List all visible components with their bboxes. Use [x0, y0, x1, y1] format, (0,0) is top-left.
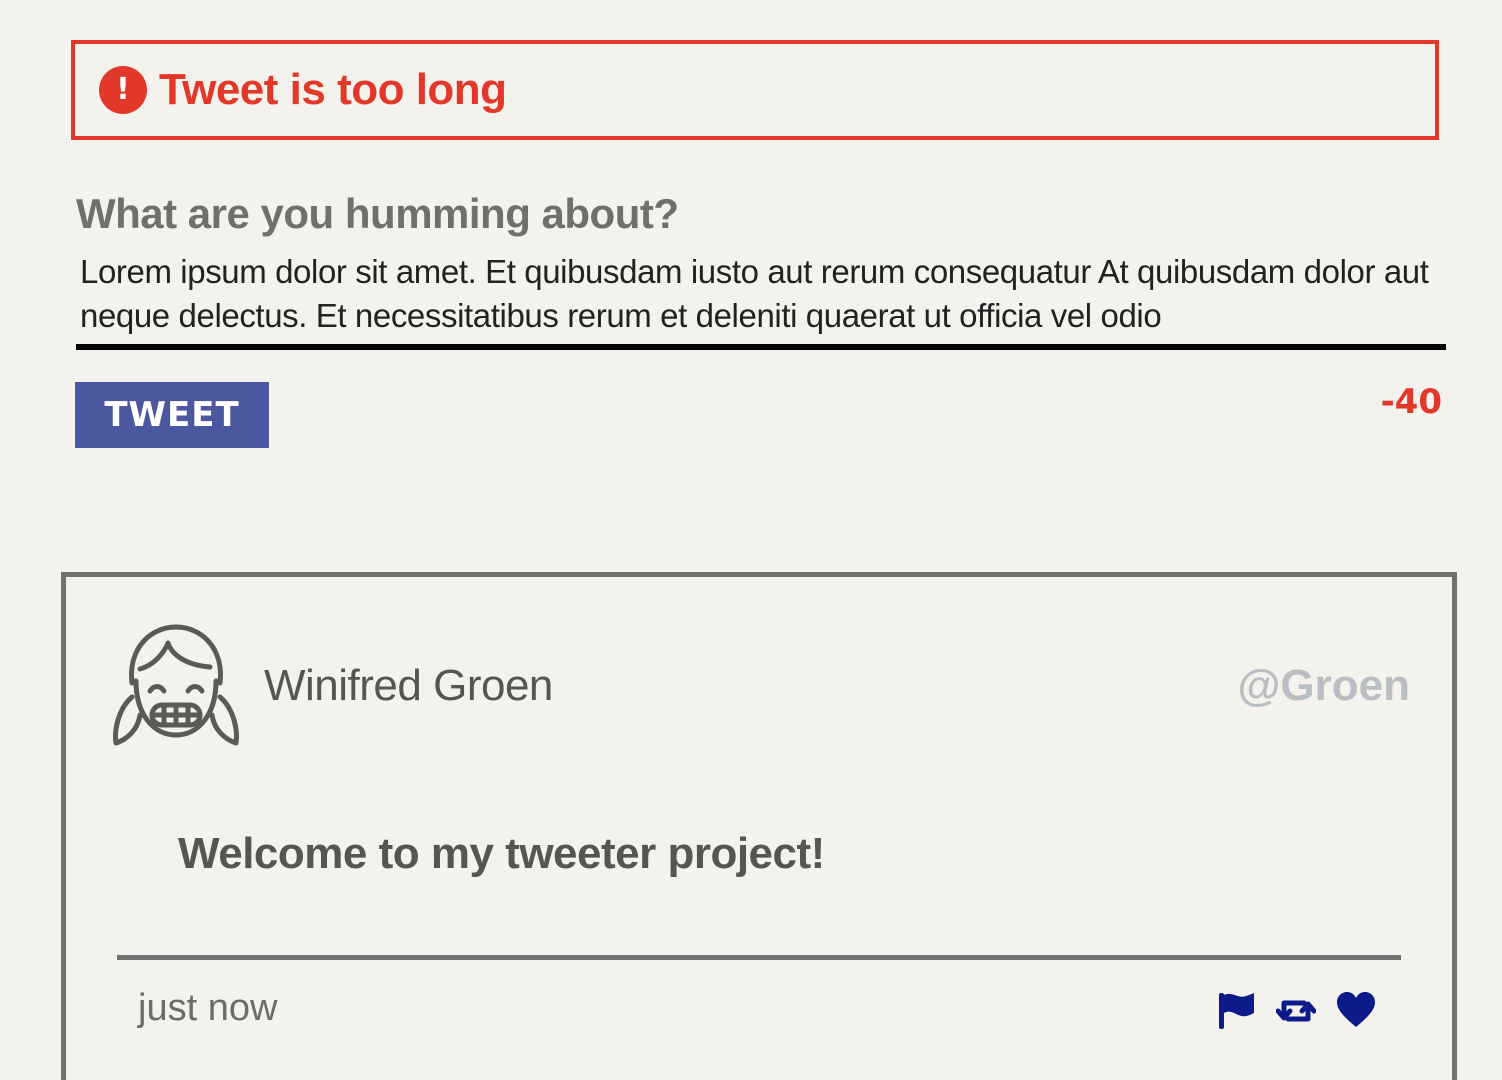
retweet-icon[interactable] — [1276, 991, 1316, 1031]
exclamation-circle-icon: ! — [99, 66, 147, 114]
error-banner: ! Tweet is too long — [71, 40, 1439, 140]
heart-icon[interactable] — [1336, 991, 1376, 1031]
user-handle: @Groen — [1237, 661, 1410, 710]
tweet-timestamp: just now — [138, 987, 278, 1029]
tweet-textarea[interactable] — [76, 250, 1446, 350]
error-message: Tweet is too long — [159, 65, 507, 114]
compose-label: What are you humming about? — [76, 190, 679, 237]
page: ! Tweet is too long What are you humming… — [0, 0, 1502, 1080]
character-counter: -40 — [1380, 382, 1442, 422]
tweet-actions — [1216, 991, 1376, 1031]
user-name: Winifred Groen — [264, 661, 553, 710]
tweet-button[interactable]: TWEET — [75, 382, 269, 448]
tweet-divider — [117, 955, 1401, 960]
tweet-content: Welcome to my tweeter project! — [178, 829, 825, 878]
girl-avatar-icon — [113, 624, 239, 746]
tweet-card: Winifred Groen @Groen Welcome to my twee… — [61, 572, 1457, 1080]
flag-icon[interactable] — [1216, 991, 1256, 1031]
